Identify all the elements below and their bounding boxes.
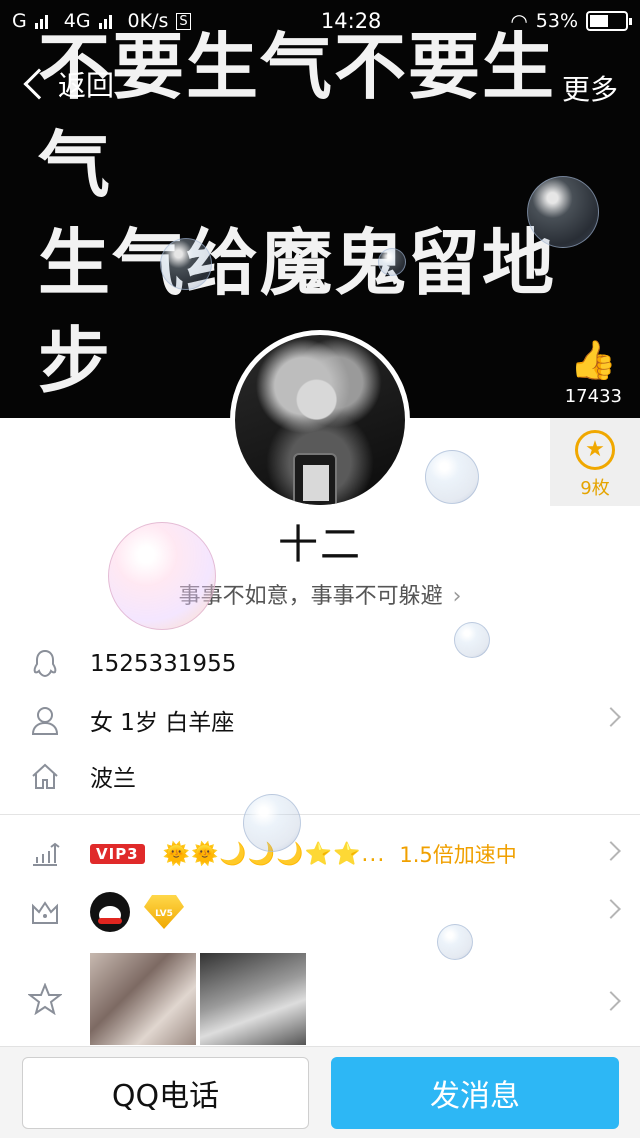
person-icon xyxy=(0,705,90,735)
like-count: 17433 xyxy=(564,386,622,407)
speed-text: 1.5倍加速中 xyxy=(399,843,517,867)
bubble-decoration xyxy=(243,794,301,852)
qzone-row[interactable] xyxy=(0,952,640,1046)
crown-icon xyxy=(0,899,90,925)
level-gem-label: LV5 xyxy=(155,909,173,919)
like-button[interactable]: 👍 17433 xyxy=(565,338,622,407)
bubble-decoration xyxy=(454,622,490,658)
network-label: 4G xyxy=(63,10,91,32)
avatar-phone-detail xyxy=(293,453,337,505)
vip-row[interactable]: VIP3 🌞🌞🌙🌙🌙⭐⭐... 1.5倍加速中 xyxy=(0,826,640,882)
vip-badge: VIP3 xyxy=(90,844,145,864)
wifi-icon: ◠ xyxy=(510,9,528,33)
status-time: 14:28 xyxy=(320,9,382,33)
chevron-left-icon xyxy=(23,68,55,100)
qzone-photos xyxy=(90,953,306,1045)
bubble-decoration xyxy=(425,450,479,504)
battery-icon xyxy=(586,11,632,31)
qzone-star-icon xyxy=(0,983,90,1015)
divider xyxy=(0,814,640,815)
qzone-photo[interactable] xyxy=(90,953,196,1045)
medal-wall-button[interactable]: ★ 9枚 xyxy=(550,418,640,506)
chevron-right-icon xyxy=(601,991,621,1011)
bottom-action-bar: QQ电话 发消息 xyxy=(0,1046,640,1138)
location-row: 波兰 xyxy=(0,748,640,804)
send-message-button[interactable]: 发消息 xyxy=(331,1057,619,1129)
bubble-decoration xyxy=(437,924,473,960)
signature-text: 事事不如意，事事不可躲避 xyxy=(178,584,443,609)
growth-chart-icon xyxy=(0,841,90,867)
profile-name: 十二 xyxy=(278,522,362,568)
qq-number-row: 1525331955 xyxy=(0,636,640,692)
sim-icon: S xyxy=(176,12,191,30)
thumbs-up-icon: 👍 xyxy=(569,338,618,382)
vip-info: VIP3 🌞🌞🌙🌙🌙⭐⭐... 1.5倍加速中 xyxy=(90,839,640,869)
badges-row[interactable]: LV5 xyxy=(0,884,640,940)
bubble-decoration xyxy=(108,522,216,630)
penguin-outline-icon xyxy=(0,649,90,679)
qq-call-button[interactable]: QQ电话 xyxy=(22,1057,309,1129)
signal-icon xyxy=(34,13,48,29)
qq-penguin-icon xyxy=(90,892,130,932)
more-button[interactable]: 更多 xyxy=(562,68,618,108)
signature-link[interactable]: 事事不如意，事事不可躲避 › xyxy=(0,578,640,610)
back-label: 返回 xyxy=(58,69,115,102)
basic-info: 女 1岁 白羊座 xyxy=(90,710,235,736)
avatar[interactable] xyxy=(230,330,410,510)
bubble-decoration xyxy=(527,176,599,248)
bubble-decoration xyxy=(378,248,406,276)
signal-icon-2 xyxy=(98,13,112,29)
medal-star-icon: ★ xyxy=(575,430,615,470)
net-speed: 0K/s xyxy=(127,10,169,32)
status-bar: G 4G 0K/s S 14:28 ◠ 53% xyxy=(0,0,640,42)
badges: LV5 xyxy=(90,892,640,932)
back-button[interactable]: 返回 xyxy=(20,64,114,104)
qzone-photo[interactable] xyxy=(200,953,306,1045)
chevron-right-icon: › xyxy=(452,584,462,609)
bubble-decoration xyxy=(160,238,212,290)
qq-number: 1525331955 xyxy=(90,651,237,677)
battery-percent: 53% xyxy=(535,10,578,32)
basic-info-row[interactable]: 女 1岁 白羊座 xyxy=(0,692,640,748)
medal-count: 9枚 xyxy=(580,478,610,499)
carrier-label: G xyxy=(12,10,27,32)
home-icon xyxy=(0,762,90,790)
location: 波兰 xyxy=(90,766,136,792)
level-gem-icon: LV5 xyxy=(144,895,184,929)
